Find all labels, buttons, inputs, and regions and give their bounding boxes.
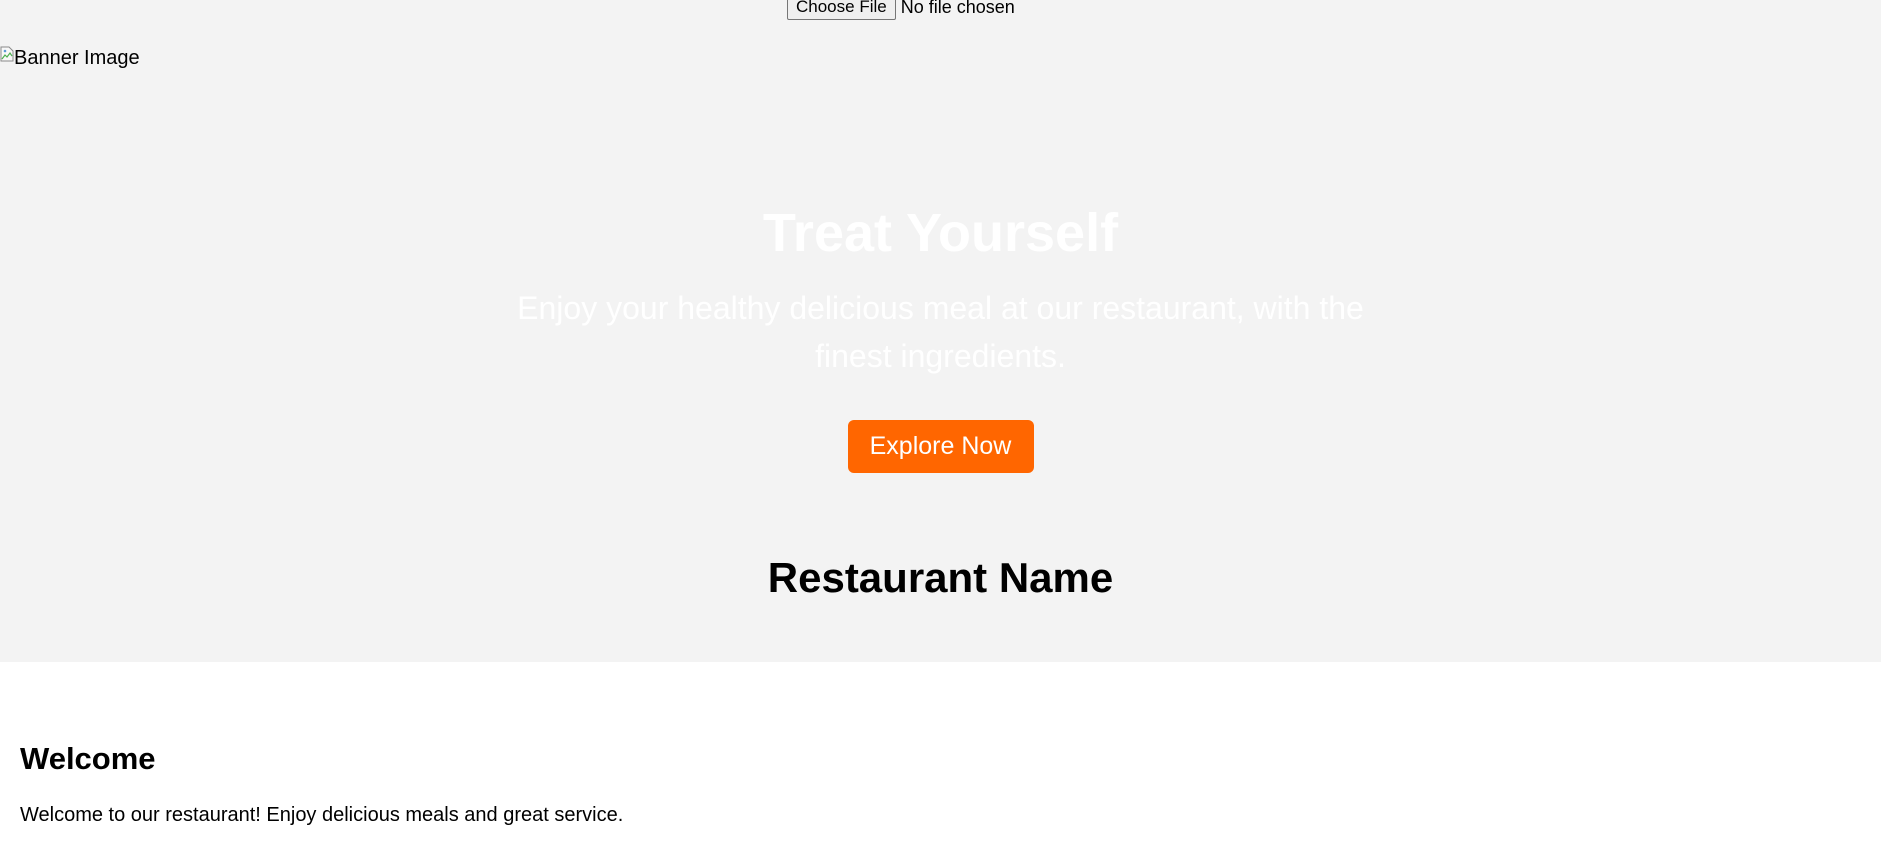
welcome-heading: Welcome [20, 741, 156, 776]
file-status: No file chosen [900, 0, 1015, 17]
restaurant-name: Restaurant Name [767, 554, 1114, 601]
banner-image: Banner Image [0, 46, 140, 70]
hero-content: Treat Yourself Enjoy your healthy delici… [0, 200, 1881, 473]
banner-alt-text: Banner Image [14, 47, 140, 69]
welcome-section: Welcome Welcome to our restaurant! Enjoy… [20, 740, 623, 827]
welcome-text: Welcome to our restaurant! Enjoy delicio… [20, 804, 624, 826]
explore-now-button[interactable]: Explore Now [847, 420, 1034, 473]
broken-image-icon [0, 46, 14, 62]
hero-title: Treat Yourself [762, 203, 1119, 263]
hero-section: Choose File No file chosen Banner Image … [0, 0, 1881, 662]
choose-file-button[interactable]: Choose File [787, 0, 896, 20]
file-upload: Choose File No file chosen [787, 0, 1015, 20]
hero-subtitle: Enjoy your healthy delicious meal at our… [517, 290, 1364, 374]
